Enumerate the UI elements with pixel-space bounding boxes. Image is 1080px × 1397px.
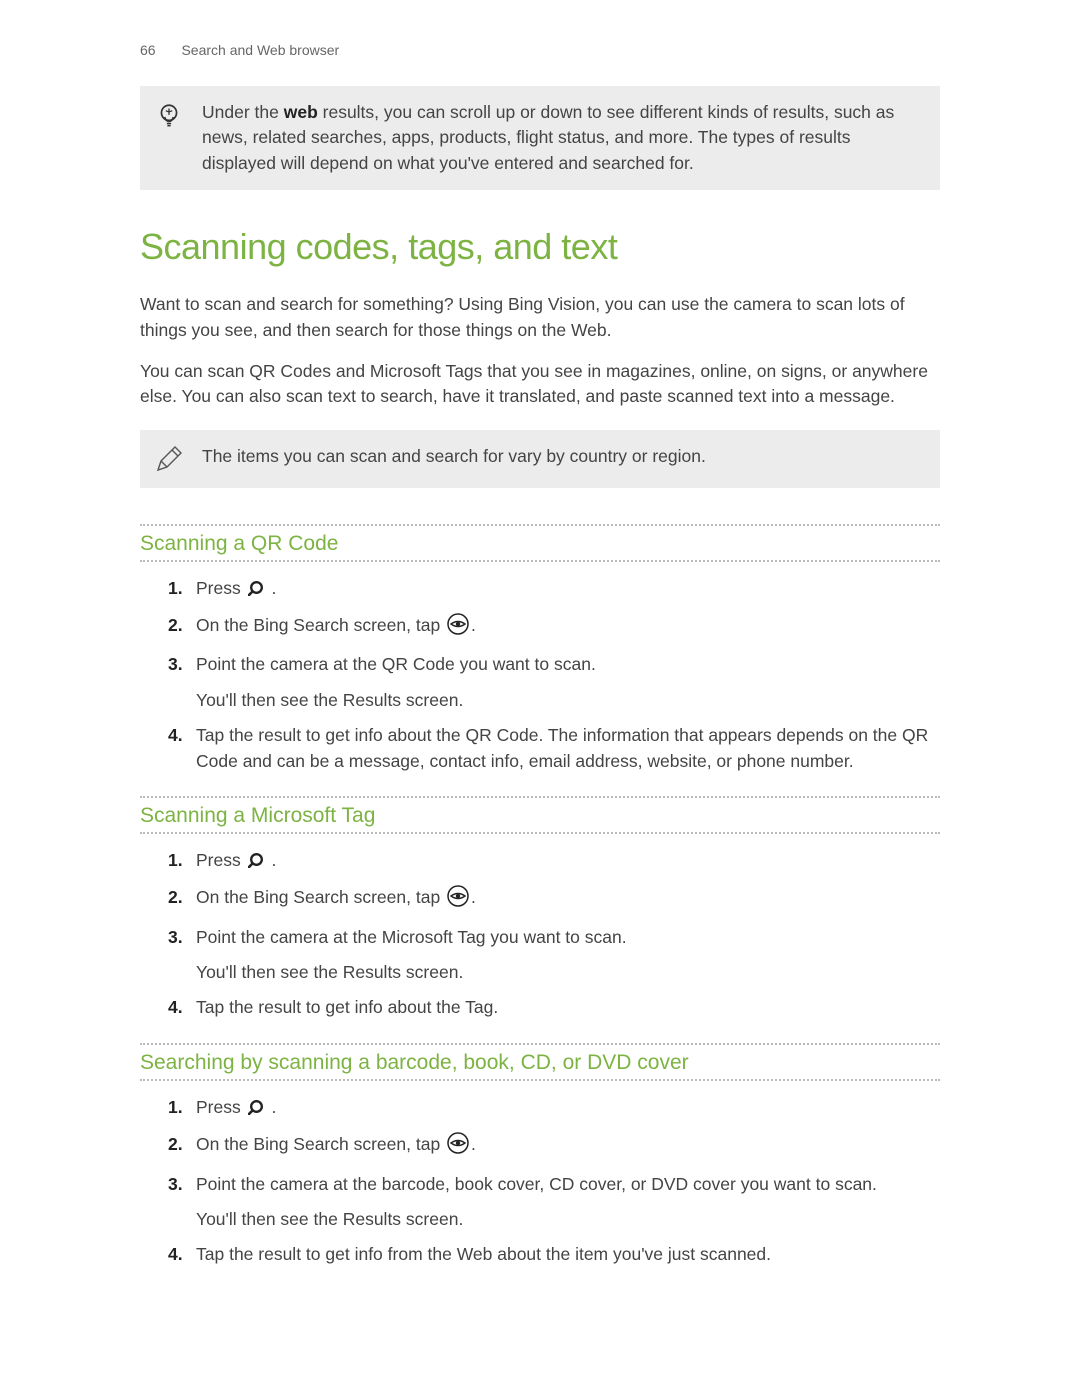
step-item: On the Bing Search screen, tap . — [168, 885, 940, 914]
step-item: Press . — [168, 848, 940, 875]
step-item: Tap the result to get info about the QR … — [168, 723, 940, 774]
tip-callout: Under the web results, you can scroll up… — [140, 86, 940, 190]
step-subtext: You'll then see the Results screen. — [196, 960, 940, 985]
tip-text-bold: web — [284, 102, 318, 122]
step-item: On the Bing Search screen, tap . — [168, 1132, 940, 1161]
step-subtext: You'll then see the Results screen. — [196, 688, 940, 713]
section-heading: Searching by scanning a barcode, book, C… — [140, 1043, 940, 1081]
page-title: Scanning codes, tags, and text — [140, 226, 940, 268]
step-item: Press . — [168, 576, 940, 603]
vision-eye-icon — [447, 1132, 469, 1161]
vision-eye-icon — [447, 613, 469, 642]
tip-text-pre: Under the — [202, 102, 284, 122]
search-icon — [248, 578, 265, 603]
step-item: Point the camera at the QR Code you want… — [168, 652, 940, 713]
step-item: On the Bing Search screen, tap . — [168, 613, 940, 642]
note-text: The items you can scan and search for va… — [202, 444, 706, 469]
step-list: Press . On the Bing Search screen, tap . P… — [140, 1095, 940, 1268]
step-item: Point the camera at the Microsoft Tag yo… — [168, 925, 940, 986]
section-heading: Scanning a Microsoft Tag — [140, 796, 940, 834]
step-item: Tap the result to get info from the Web … — [168, 1242, 940, 1267]
step-subtext: You'll then see the Results screen. — [196, 1207, 940, 1232]
tip-text: Under the web results, you can scroll up… — [202, 100, 922, 176]
step-list: Press . On the Bing Search screen, tap . P… — [140, 576, 940, 774]
intro-paragraph-2: You can scan QR Codes and Microsoft Tags… — [140, 359, 940, 410]
search-icon — [248, 850, 265, 875]
step-item: Tap the result to get info about the Tag… — [168, 995, 940, 1020]
step-list: Press . On the Bing Search screen, tap . P… — [140, 848, 940, 1021]
header-section: Search and Web browser — [181, 42, 339, 58]
vision-eye-icon — [447, 885, 469, 914]
pencil-icon — [154, 444, 184, 474]
intro-paragraph-1: Want to scan and search for something? U… — [140, 292, 940, 343]
search-icon — [248, 1097, 265, 1122]
section-heading: Scanning a QR Code — [140, 524, 940, 562]
step-item: Press . — [168, 1095, 940, 1122]
lightbulb-icon — [154, 100, 184, 130]
page-number: 66 — [140, 42, 156, 58]
note-callout: The items you can scan and search for va… — [140, 430, 940, 488]
step-item: Point the camera at the barcode, book co… — [168, 1172, 940, 1233]
page-header: 66 Search and Web browser — [140, 42, 940, 58]
